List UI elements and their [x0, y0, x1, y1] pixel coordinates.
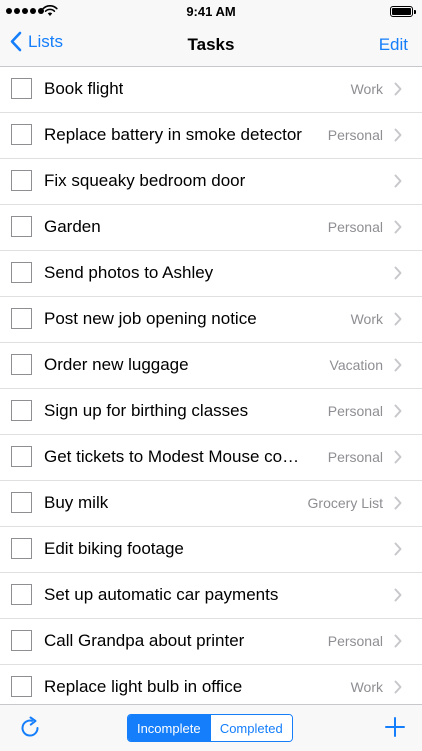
- task-title: Book flight: [44, 79, 124, 98]
- chevron-right-icon: [394, 220, 402, 234]
- chevron-right-icon: [394, 174, 402, 188]
- task-category: Personal: [327, 633, 383, 649]
- bottom-toolbar: Incomplete Completed: [0, 704, 422, 751]
- task-category: Grocery List: [307, 495, 383, 511]
- chevron-right-icon: [394, 496, 402, 510]
- task-title: Garden: [44, 217, 101, 236]
- task-title: Edit biking footage: [44, 539, 184, 558]
- task-checkbox[interactable]: [11, 308, 32, 329]
- battery-icon: [390, 6, 416, 17]
- refresh-icon[interactable]: [18, 716, 42, 740]
- task-category: Work: [350, 679, 383, 695]
- status-bar: 9:41 AM: [0, 0, 422, 24]
- task-title: Buy milk: [44, 493, 109, 512]
- task-title: Replace battery in smoke detector: [44, 125, 302, 144]
- task-category: Work: [350, 81, 383, 97]
- task-checkbox[interactable]: [11, 262, 32, 283]
- plus-icon[interactable]: [384, 716, 406, 738]
- task-checkbox[interactable]: [11, 124, 32, 145]
- task-checkbox[interactable]: [11, 354, 32, 375]
- task-row[interactable]: Replace battery in smoke detector Persona…: [0, 113, 422, 159]
- chevron-right-icon: [394, 266, 402, 280]
- task-title: Replace light bulb in office: [44, 677, 243, 696]
- chevron-right-icon: [394, 358, 402, 372]
- chevron-right-icon: [394, 680, 402, 694]
- task-checkbox[interactable]: [11, 216, 32, 237]
- task-row[interactable]: Sign up for birthing classes Personal: [0, 389, 422, 435]
- task-row[interactable]: Post new job opening notice Work: [0, 297, 422, 343]
- task-list: Book flight Work Replace battery in smoke …: [0, 67, 422, 704]
- chevron-right-icon: [394, 588, 402, 602]
- filter-segmented-control: Incomplete Completed: [127, 714, 293, 742]
- task-checkbox[interactable]: [11, 78, 32, 99]
- task-checkbox[interactable]: [11, 538, 32, 559]
- edit-button[interactable]: Edit: [379, 35, 408, 55]
- task-title: Call Grandpa about printer: [44, 631, 245, 650]
- task-title: Order new luggage: [44, 355, 189, 374]
- task-checkbox[interactable]: [11, 446, 32, 467]
- task-category: Personal: [327, 219, 383, 235]
- task-title: Send photos to Ashley: [44, 263, 214, 282]
- page-title: Tasks: [187, 35, 235, 54]
- task-category: Vacation: [329, 357, 383, 373]
- task-checkbox[interactable]: [11, 492, 32, 513]
- task-row[interactable]: Replace light bulb in office Work: [0, 665, 422, 704]
- segment-incomplete[interactable]: Incomplete: [128, 715, 210, 741]
- task-checkbox[interactable]: [11, 676, 32, 697]
- task-row[interactable]: Order new luggage Vacation: [0, 343, 422, 389]
- task-checkbox[interactable]: [11, 170, 32, 191]
- chevron-right-icon: [394, 82, 402, 96]
- task-row[interactable]: Set up automatic car payments: [0, 573, 422, 619]
- status-time: 9:41 AM: [186, 4, 236, 19]
- segment-completed[interactable]: Completed: [209, 715, 292, 741]
- task-title: Fix squeaky bedroom door: [44, 171, 246, 190]
- task-category: Personal: [327, 449, 383, 465]
- task-title: Set up automatic car payments: [44, 585, 279, 604]
- task-category: Personal: [327, 403, 383, 419]
- task-row[interactable]: Buy milk Grocery List: [0, 481, 422, 527]
- task-row[interactable]: Get tickets to Modest Mouse co… Personal: [0, 435, 422, 481]
- chevron-right-icon: [394, 634, 402, 648]
- task-row[interactable]: Garden Personal: [0, 205, 422, 251]
- task-checkbox[interactable]: [11, 400, 32, 421]
- task-row[interactable]: Fix squeaky bedroom door: [0, 159, 422, 205]
- task-checkbox[interactable]: [11, 584, 32, 605]
- chevron-right-icon: [394, 450, 402, 464]
- task-category: Personal: [327, 127, 383, 143]
- navigation-bar: Lists Tasks Edit: [0, 24, 422, 67]
- chevron-right-icon: [394, 128, 402, 142]
- chevron-right-icon: [394, 542, 402, 556]
- task-title: Sign up for birthing classes: [44, 401, 249, 420]
- task-row[interactable]: Send photos to Ashley: [0, 251, 422, 297]
- task-row[interactable]: Edit biking footage: [0, 527, 422, 573]
- chevron-right-icon: [394, 404, 402, 418]
- task-row[interactable]: Call Grandpa about printer Personal: [0, 619, 422, 665]
- task-title: Post new job opening notice: [44, 309, 257, 328]
- task-title: Get tickets to Modest Mouse co…: [44, 447, 300, 466]
- task-checkbox[interactable]: [11, 630, 32, 651]
- chevron-right-icon: [394, 312, 402, 326]
- task-category: Work: [350, 311, 383, 327]
- task-row[interactable]: Book flight Work: [0, 67, 422, 113]
